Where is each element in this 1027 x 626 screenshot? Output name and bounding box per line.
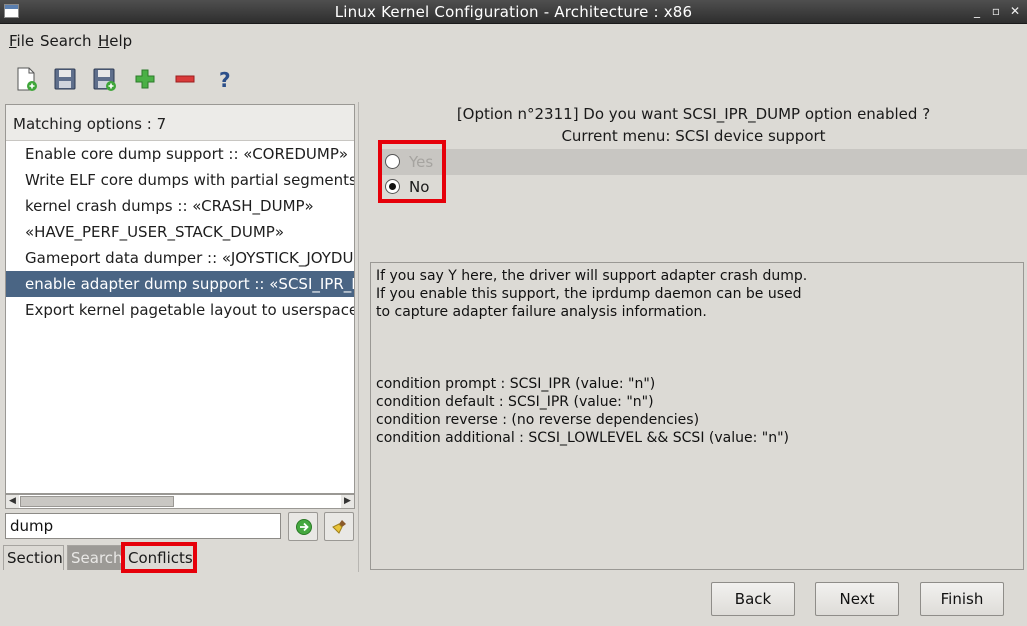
scroll-left-icon[interactable]: ◀ (6, 495, 19, 508)
list-item[interactable]: Export kernel pagetable layout to usersp… (6, 297, 354, 323)
close-icon[interactable]: ✕ (1006, 2, 1024, 20)
list-item[interactable]: «HAVE_PERF_USER_STACK_DUMP» (6, 219, 354, 245)
options-panel: Matching options : 7 Enable core dump su… (5, 104, 355, 494)
toolbar: ? (0, 60, 1027, 98)
collapse-all-icon[interactable] (170, 64, 200, 94)
radio-yes[interactable]: Yes (379, 149, 1027, 175)
horizontal-scrollbar[interactable]: ◀ ▶ (5, 494, 355, 509)
radio-yes-label: Yes (409, 153, 434, 171)
help-text-box: If you say Y here, the driver will suppo… (370, 262, 1024, 570)
radio-yes-circle[interactable] (385, 154, 400, 169)
list-item-selected[interactable]: enable adapter dump support :: «SCSI_IPR… (6, 271, 354, 297)
tab-section[interactable]: Section (3, 545, 64, 570)
condition-prompt: condition prompt : SCSI_IPR (value: "n") (376, 376, 656, 392)
current-menu: Current menu: SCSI device support (561, 127, 826, 145)
go-arrow-icon (296, 519, 312, 535)
list-item[interactable]: kernel crash dumps :: «CRASH_DUMP» (6, 193, 354, 219)
condition-additional: condition additional : SCSI_LOWLEVEL && … (376, 430, 789, 446)
finish-button[interactable]: Finish (920, 582, 1004, 616)
matching-count: Matching options : 7 (6, 105, 354, 141)
tab-search[interactable]: Search (67, 545, 123, 570)
svg-text:?: ? (219, 68, 231, 92)
back-button[interactable]: Back (711, 582, 795, 616)
new-config-icon[interactable] (11, 64, 41, 94)
menu-file[interactable]: File (9, 32, 34, 50)
save-icon[interactable] (50, 64, 80, 94)
radio-no-label: No (409, 178, 430, 196)
menu-help[interactable]: Help (98, 32, 132, 50)
option-detail-panel: [Option n°2311] Do you want SCSI_IPR_DUM… (358, 102, 1027, 572)
minimize-icon[interactable]: _ (968, 2, 986, 20)
condition-default: condition default : SCSI_IPR (value: "n"… (376, 394, 654, 410)
list-item[interactable]: Gameport data dumper :: «JOYSTICK_JOYDUM… (6, 245, 354, 271)
tab-conflicts[interactable]: Conflicts (124, 545, 194, 570)
list-item[interactable]: Write ELF core dumps with partial segmen… (6, 167, 354, 193)
radio-no-circle[interactable] (385, 179, 400, 194)
options-list: Enable core dump support :: «COREDUMP» W… (6, 141, 354, 323)
next-button[interactable]: Next (815, 582, 899, 616)
search-input[interactable] (5, 513, 281, 539)
title-bar: Linux Kernel Configuration - Architectur… (0, 0, 1027, 24)
save-as-icon[interactable] (89, 64, 119, 94)
broom-icon (332, 520, 346, 534)
maximize-icon[interactable]: ▫ (987, 2, 1005, 20)
scroll-thumb[interactable] (20, 496, 174, 507)
window-title: Linux Kernel Configuration - Architectur… (334, 3, 693, 21)
expand-all-icon[interactable] (130, 64, 160, 94)
list-item[interactable]: Enable core dump support :: «COREDUMP» (6, 141, 354, 167)
help-icon[interactable]: ? (210, 64, 240, 94)
help-line: If you enable this support, the iprdump … (376, 286, 802, 302)
radio-no[interactable]: No (379, 174, 1027, 200)
scroll-right-icon[interactable]: ▶ (341, 495, 354, 508)
menu-bar: File Search Help (0, 27, 1027, 53)
condition-reverse: condition reverse : (no reverse dependen… (376, 412, 700, 428)
clear-search-button[interactable] (324, 512, 354, 541)
menu-search[interactable]: Search (40, 32, 92, 50)
option-question: [Option n°2311] Do you want SCSI_IPR_DUM… (456, 105, 931, 123)
help-line: to capture adapter failure analysis info… (376, 304, 707, 320)
search-go-button[interactable] (288, 512, 318, 541)
help-line: If you say Y here, the driver will suppo… (376, 268, 808, 284)
